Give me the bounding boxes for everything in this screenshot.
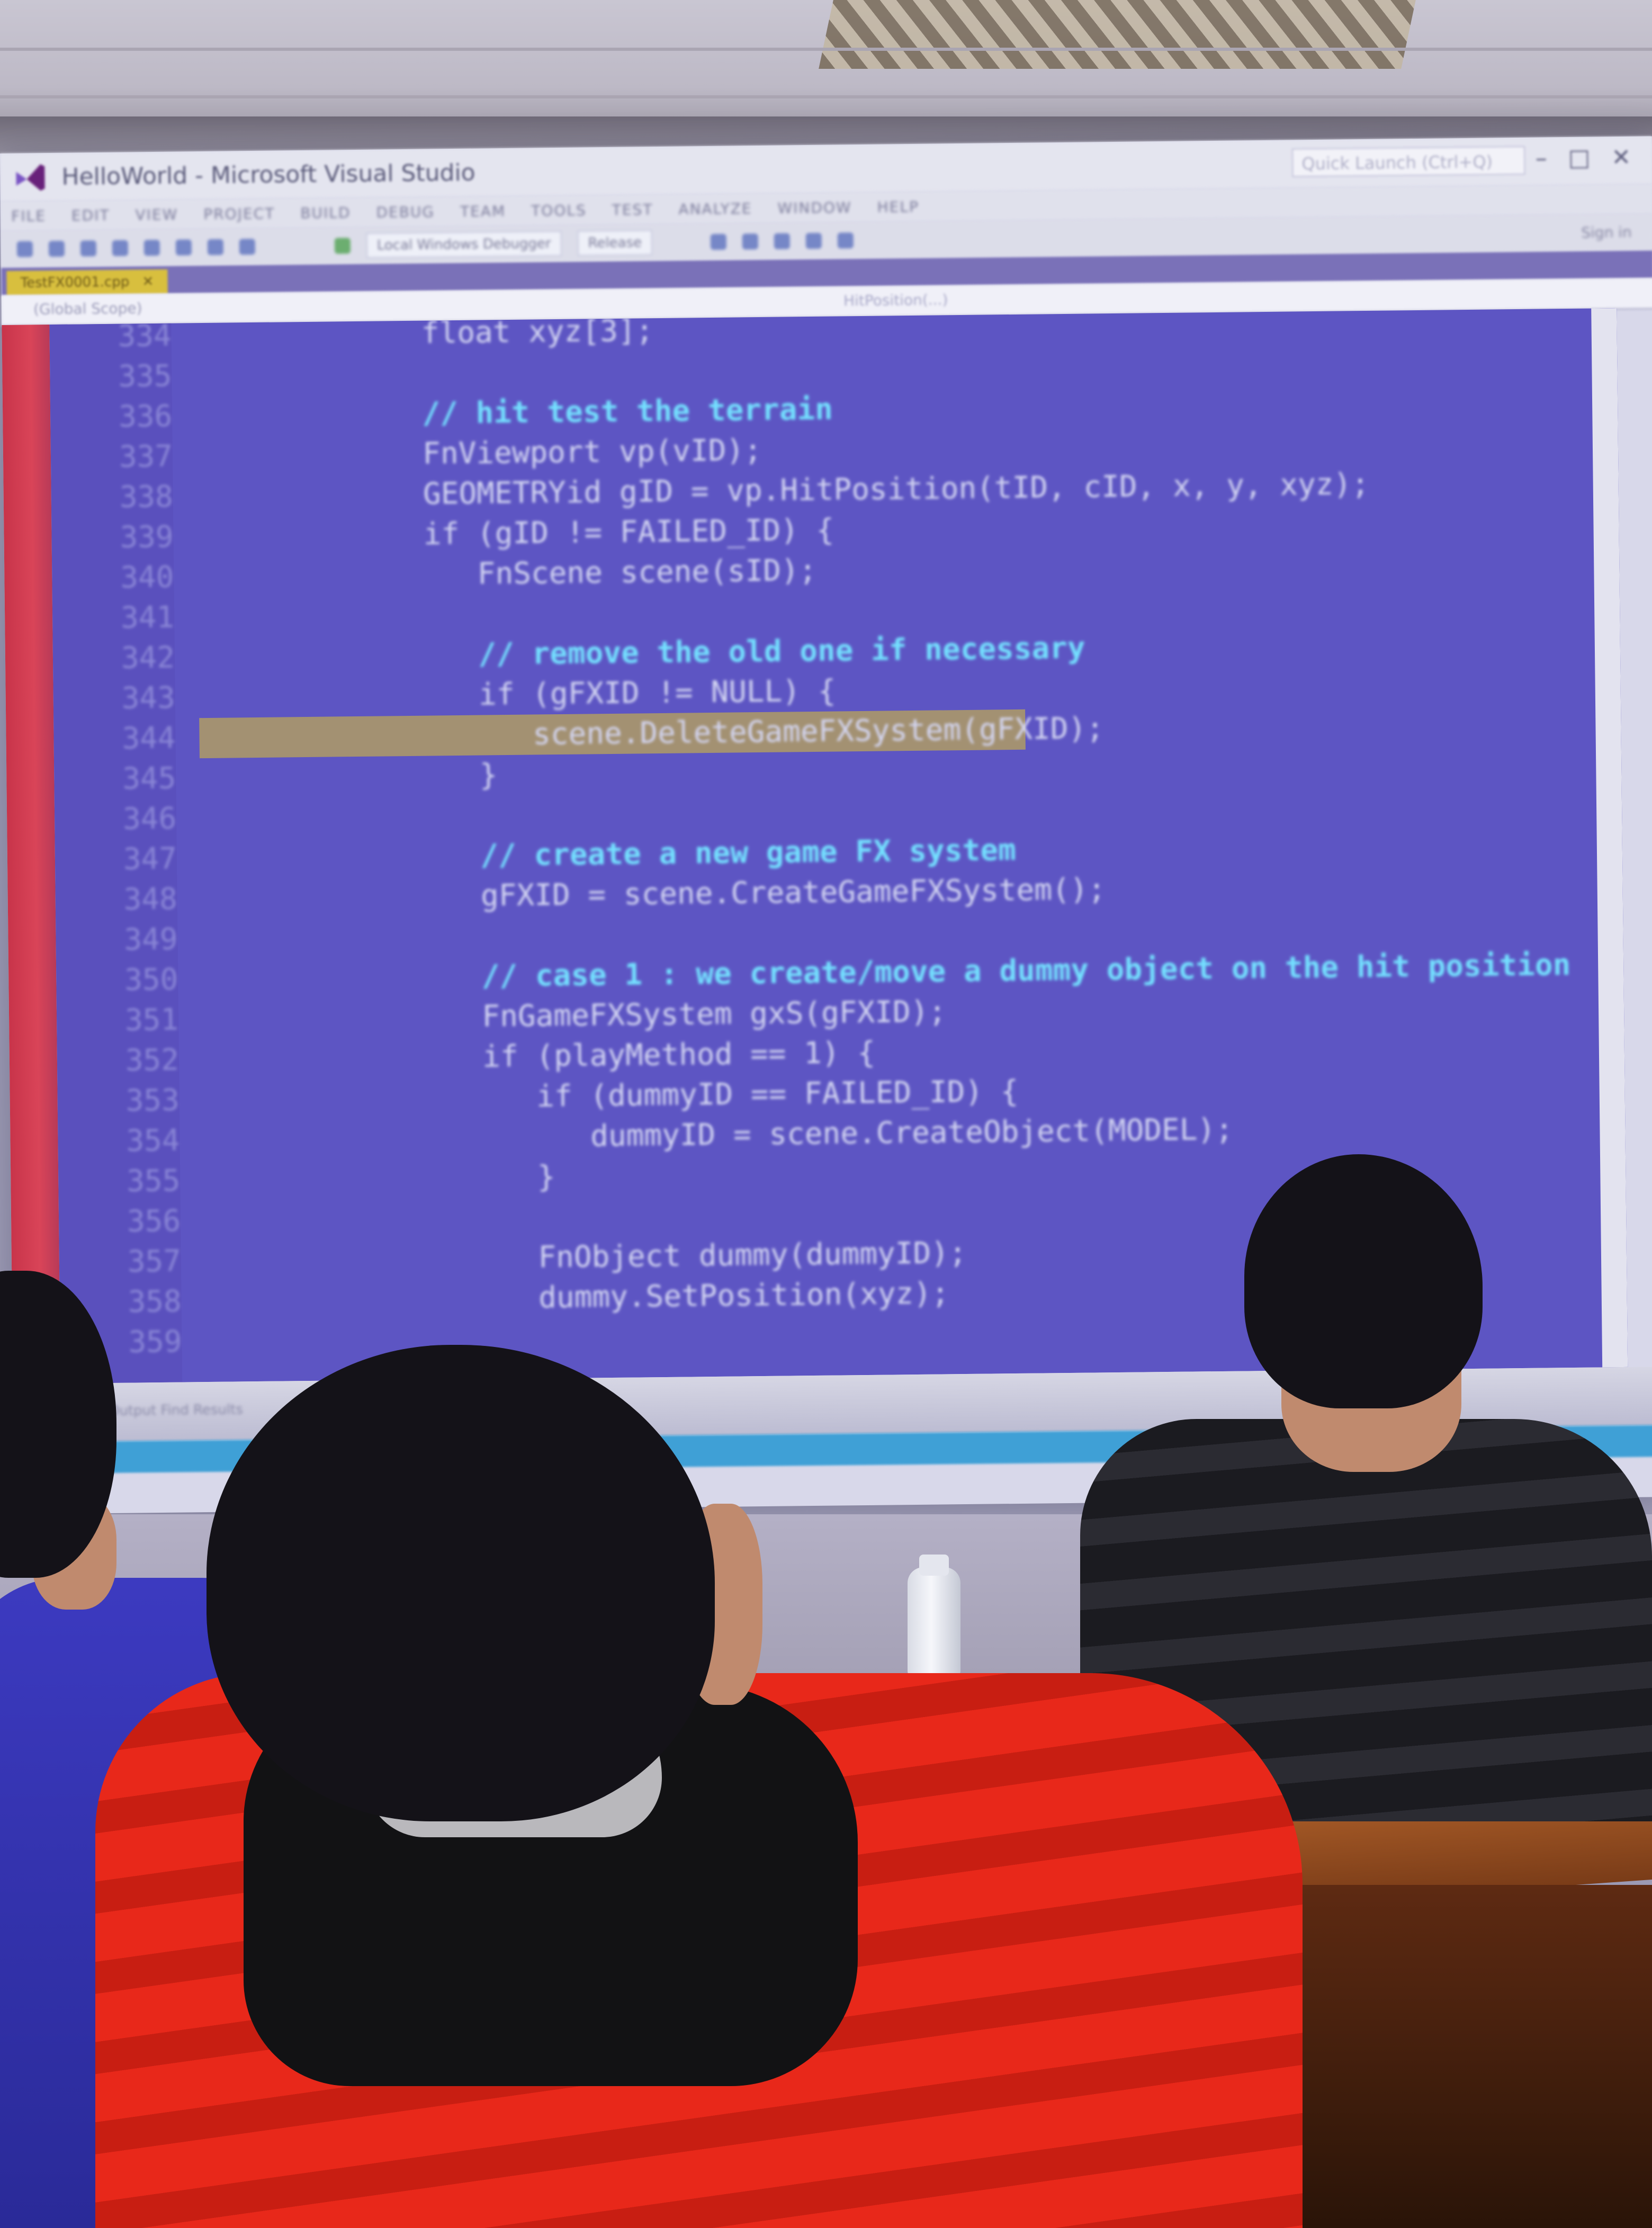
menu-help[interactable]: HELP bbox=[877, 197, 919, 215]
code-statement: FnViewport vp(vID); bbox=[315, 433, 762, 472]
menu-test[interactable]: TEST bbox=[612, 201, 653, 219]
code-statement: if (gID != FAILED_ID) { bbox=[316, 513, 834, 553]
code-statement: GEOMETRYid gID = vp.HitPosition(tID, cID… bbox=[316, 466, 1370, 513]
line-number: 347 bbox=[123, 841, 177, 877]
ceiling-vent bbox=[819, 0, 1416, 69]
line-number: 337 bbox=[119, 439, 173, 474]
line-number: 357 bbox=[127, 1244, 182, 1279]
member-dropdown[interactable]: HitPosition(...) bbox=[843, 291, 948, 309]
menu-build[interactable]: BUILD bbox=[300, 204, 351, 222]
code-comment: // create a new game FX system bbox=[319, 832, 1017, 875]
line-number: 340 bbox=[120, 560, 174, 595]
line-number: 356 bbox=[127, 1203, 181, 1239]
line-number: 354 bbox=[126, 1123, 180, 1158]
menu-analyze[interactable]: ANALYZE bbox=[678, 200, 752, 218]
line-number: 343 bbox=[121, 680, 176, 716]
menu-debug[interactable]: DEBUG bbox=[376, 203, 435, 221]
scope-dropdown[interactable]: (Global Scope) bbox=[33, 299, 142, 318]
start-debugging-icon[interactable] bbox=[334, 238, 351, 254]
tab-testfx0001-cpp[interactable]: TestFX0001.cpp ✕ bbox=[6, 269, 168, 295]
code-statement: } bbox=[319, 758, 498, 794]
code-statement: gFXID = scene.CreateGameFXSystem(); bbox=[320, 872, 1106, 915]
menu-view[interactable]: VIEW bbox=[135, 205, 178, 223]
code-statement: FnGameFXSystem gxS(gFXID); bbox=[321, 994, 947, 1036]
code-statement: dummyID = scene.CreateObject(MODEL); bbox=[322, 1112, 1234, 1156]
window-title: HelloWorld - Microsoft Visual Studio bbox=[61, 159, 475, 191]
maximize-icon[interactable]: □ bbox=[1568, 145, 1591, 172]
uncomment-icon[interactable] bbox=[774, 233, 791, 249]
line-number: 353 bbox=[125, 1083, 180, 1118]
outdent-icon[interactable] bbox=[837, 232, 854, 249]
line-number: 355 bbox=[126, 1163, 181, 1199]
line-number: 348 bbox=[123, 882, 178, 917]
code-statement: dummy.SetPosition(xyz); bbox=[324, 1276, 950, 1317]
output-tabs[interactable]: Output Find Results bbox=[109, 1402, 243, 1419]
minimize-icon[interactable]: – bbox=[1536, 145, 1548, 172]
ceiling-tile-seam bbox=[0, 95, 1652, 98]
indent-icon[interactable] bbox=[805, 232, 822, 249]
bottle-cap bbox=[919, 1555, 949, 1576]
menu-project[interactable]: PROJECT bbox=[203, 204, 275, 222]
save-icon[interactable] bbox=[143, 239, 160, 256]
code-statement: scene.DeleteGameFXSystem(gFXID); bbox=[318, 711, 1105, 754]
comment-icon[interactable] bbox=[742, 233, 759, 250]
menu-window[interactable]: WINDOW bbox=[777, 199, 852, 217]
menu-edit[interactable]: EDIT bbox=[71, 206, 110, 224]
menu-team[interactable]: TEAM bbox=[460, 202, 506, 220]
sign-in-link[interactable]: Sign in bbox=[1581, 223, 1632, 241]
line-number: 341 bbox=[120, 600, 175, 635]
hair bbox=[206, 1345, 715, 1821]
menu-tools[interactable]: TOOLS bbox=[531, 201, 587, 219]
menu-file[interactable]: FILE bbox=[11, 207, 46, 225]
new-project-icon[interactable] bbox=[80, 240, 97, 257]
ceiling-tile-seam bbox=[0, 48, 1652, 51]
open-icon[interactable] bbox=[112, 240, 129, 256]
configuration-dropdown[interactable]: Release bbox=[577, 230, 653, 256]
tab-label: TestFX0001.cpp bbox=[20, 274, 130, 291]
line-number: 351 bbox=[124, 1002, 179, 1038]
quick-launch-input[interactable]: Quick Launch (Ctrl+Q) bbox=[1292, 146, 1525, 177]
line-number: 338 bbox=[119, 479, 174, 515]
line-number: 344 bbox=[122, 721, 176, 756]
code-statement: } bbox=[322, 1160, 555, 1197]
line-number: 349 bbox=[124, 922, 178, 957]
line-number: 358 bbox=[128, 1284, 182, 1319]
line-number: 336 bbox=[118, 399, 173, 434]
line-number: 346 bbox=[122, 801, 177, 837]
forward-icon[interactable] bbox=[48, 240, 65, 257]
code-statement: if (dummyID == FAILED_ID) { bbox=[322, 1074, 1019, 1116]
code-statement: FnScene scene(sID); bbox=[317, 553, 817, 593]
code-statement: FnObject dummy(dummyID); bbox=[324, 1235, 967, 1277]
window-controls: – □ ✕ bbox=[1536, 144, 1631, 172]
line-number: 345 bbox=[122, 761, 176, 796]
tab-close-icon[interactable]: ✕ bbox=[142, 274, 154, 290]
code-statement: if (playMethod == 1) { bbox=[321, 1035, 876, 1076]
line-number: 339 bbox=[120, 519, 174, 555]
bookmark-icon[interactable] bbox=[710, 233, 727, 250]
code-comment: // remove the old one if necessary bbox=[317, 631, 1085, 673]
water-bottle bbox=[908, 1555, 960, 1678]
vertical-scrollbar[interactable] bbox=[1591, 308, 1628, 1368]
close-icon[interactable]: ✕ bbox=[1611, 144, 1631, 171]
code-comment: // hit test the terrain bbox=[315, 392, 833, 432]
visual-studio-logo-icon bbox=[16, 164, 45, 191]
back-icon[interactable] bbox=[16, 241, 33, 257]
code-statement: if (gFXID != NULL) { bbox=[318, 673, 836, 714]
undo-icon[interactable] bbox=[207, 239, 224, 255]
line-number: 352 bbox=[125, 1043, 179, 1078]
line-number: 350 bbox=[124, 962, 178, 998]
save-all-icon[interactable] bbox=[175, 239, 192, 256]
redo-icon[interactable] bbox=[239, 238, 256, 255]
line-number: 335 bbox=[118, 358, 172, 394]
debugger-dropdown[interactable]: Local Windows Debugger bbox=[366, 230, 562, 258]
line-number: 342 bbox=[121, 640, 175, 676]
